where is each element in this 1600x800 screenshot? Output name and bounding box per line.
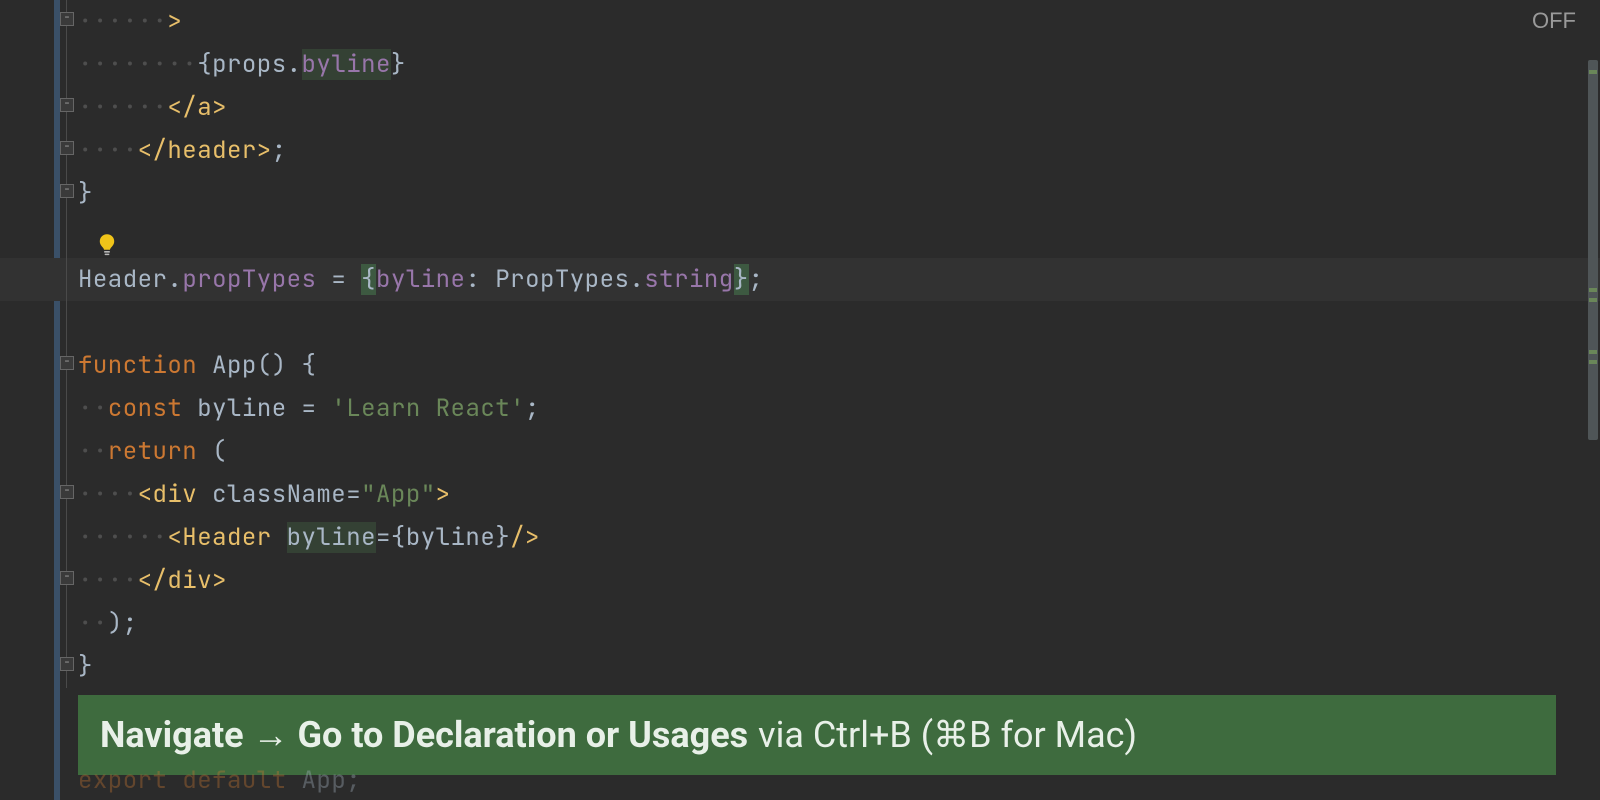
error-stripe-mark[interactable] (1589, 360, 1597, 364)
code-text[interactable]: ········{props.byline} (78, 43, 406, 86)
fold-toggle-icon[interactable] (60, 98, 74, 112)
code-text[interactable]: ····<div className="App"> (78, 473, 451, 516)
code-text[interactable]: ··); (78, 602, 138, 645)
gutter (0, 301, 76, 344)
fold-toggle-icon[interactable] (60, 141, 74, 155)
tip-bold: Navigate → Go to Declaration or Usages (100, 714, 748, 756)
code-text[interactable]: ····</div> (78, 559, 227, 602)
code-line[interactable]: ··const byline = 'Learn React'; (0, 387, 1600, 430)
code-line[interactable] (0, 301, 1600, 344)
code-line[interactable]: function App() { (0, 344, 1600, 387)
code-text[interactable]: Header.propTypes = {byline: PropTypes.st… (78, 258, 764, 301)
code-text[interactable]: ······</a> (78, 86, 227, 129)
code-text[interactable]: function App() { (78, 344, 316, 387)
code-line[interactable]: ······<Header byline={byline}/> (0, 516, 1600, 559)
code-text[interactable]: ··return ( (78, 430, 227, 473)
code-text[interactable]: } (78, 645, 93, 688)
code-text[interactable]: } (78, 172, 93, 215)
code-line[interactable]: ······</a> (0, 86, 1600, 129)
intention-bulb-icon[interactable] (97, 233, 117, 253)
gutter (0, 430, 76, 473)
code-text[interactable]: ····</header>; (78, 129, 287, 172)
fold-toggle-icon[interactable] (60, 571, 74, 585)
gutter (0, 602, 76, 645)
gutter (0, 0, 76, 43)
error-stripe-mark[interactable] (1589, 350, 1597, 354)
fold-toggle-icon[interactable] (60, 657, 74, 671)
gutter (0, 473, 76, 516)
code-line[interactable]: ········{props.byline} (0, 43, 1600, 86)
code-line[interactable]: ··); (0, 602, 1600, 645)
code-line[interactable]: ······> (0, 0, 1600, 43)
gutter (0, 129, 76, 172)
marker-bar[interactable] (1586, 0, 1600, 800)
code-line[interactable]: ··return ( (0, 430, 1600, 473)
code-line[interactable] (0, 215, 1600, 258)
code-text[interactable]: ··const byline = 'Learn React'; (78, 387, 540, 430)
gutter (0, 645, 76, 688)
gutter (0, 43, 76, 86)
fold-toggle-icon[interactable] (60, 12, 74, 26)
tip-rest: via Ctrl+B (⌘B for Mac) (758, 714, 1137, 756)
code-text[interactable]: ······> (78, 0, 182, 43)
gutter (0, 172, 76, 215)
code-line[interactable]: Header.propTypes = {byline: PropTypes.st… (0, 258, 1600, 301)
fold-toggle-icon[interactable] (60, 485, 74, 499)
gutter (0, 387, 76, 430)
fold-toggle-icon[interactable] (60, 184, 74, 198)
error-stripe-mark[interactable] (1589, 288, 1597, 292)
ghost-code-line: export default App; (78, 765, 361, 796)
code-text[interactable]: ······<Header byline={byline}/> (78, 516, 540, 559)
code-line[interactable]: ····<div className="App"> (0, 473, 1600, 516)
scrollbar-thumb[interactable] (1588, 60, 1598, 440)
code-line[interactable]: ····</header>; (0, 129, 1600, 172)
error-stripe-mark[interactable] (1589, 70, 1597, 74)
fold-toggle-icon[interactable] (60, 356, 74, 370)
error-stripe-mark[interactable] (1589, 298, 1597, 302)
gutter (0, 86, 76, 129)
code-line[interactable]: } (0, 172, 1600, 215)
code-line[interactable]: } (0, 645, 1600, 688)
code-line[interactable]: ····</div> (0, 559, 1600, 602)
gutter (0, 258, 76, 301)
gutter (0, 215, 76, 258)
gutter (0, 344, 76, 387)
gutter (0, 516, 76, 559)
gutter (0, 559, 76, 602)
tip-banner: Navigate → Go to Declaration or Usages v… (78, 695, 1556, 775)
